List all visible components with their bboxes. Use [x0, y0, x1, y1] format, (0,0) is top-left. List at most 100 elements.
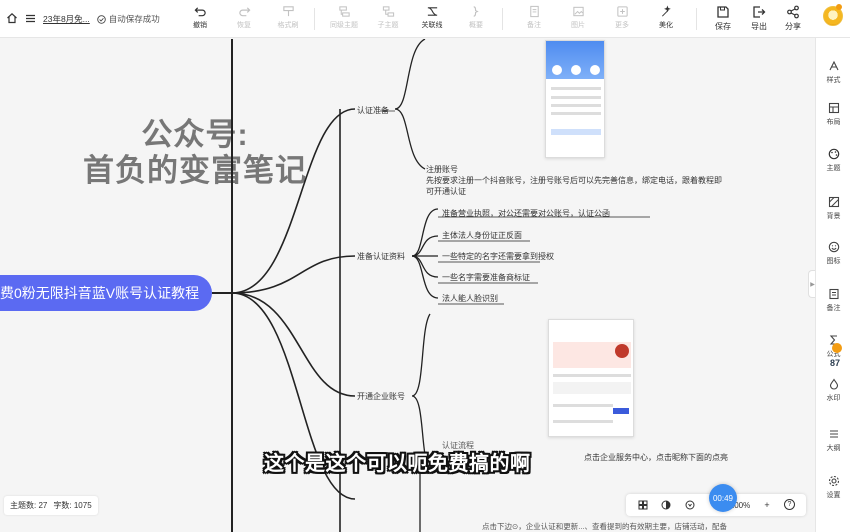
thumb-line [551, 104, 601, 107]
paint-brush-icon [282, 6, 294, 17]
image-icon [572, 6, 584, 17]
panel-theme[interactable]: 主题 [816, 148, 850, 173]
image-button[interactable]: 图片 [560, 3, 596, 35]
save-label: 保存 [715, 22, 731, 31]
screenshot-thumbnail-2[interactable] [548, 319, 634, 437]
material-item-3[interactable]: 一些特定的名字还需要拿到授权 [442, 251, 554, 262]
toolbar-divider [696, 8, 697, 30]
branch-prep-materials[interactable]: 准备认证资料 [357, 251, 405, 262]
panel-theme-label: 主题 [826, 165, 841, 172]
thumb-line [553, 404, 613, 407]
child-topic-label: 子主题 [377, 22, 399, 29]
gear-icon [828, 475, 839, 487]
palette-icon [828, 148, 839, 160]
root-topic[interactable]: 费0粉无限抖音蓝V账号认证教程 [0, 275, 212, 311]
panel-style[interactable]: 样式 [816, 60, 850, 85]
panel-watermark[interactable]: 水印 [816, 378, 850, 403]
formula-badge-value: 87 [830, 358, 841, 368]
notification-dot [836, 4, 842, 10]
panel-remark-label: 备注 [826, 305, 841, 312]
share-button[interactable]: 分享 [775, 3, 811, 35]
smiley-icon [828, 241, 839, 253]
panel-remark[interactable]: 备注 [816, 288, 850, 313]
image-label: 图片 [571, 22, 585, 29]
top-toolbar: 23年8月免... 自动保存成功 撤销 恢复 格式刷 同级主题 子主题 关联线 … [0, 0, 850, 38]
target-icon [685, 500, 695, 510]
child-topic-icon [382, 6, 394, 17]
child-topic-button[interactable]: 子主题 [370, 3, 406, 35]
check-circle-icon [97, 14, 106, 24]
relation-line-button[interactable]: 关联线 [414, 3, 450, 35]
sibling-topic-button[interactable]: 同级主题 [326, 3, 362, 35]
zoom-in-button[interactable]: + [760, 498, 774, 512]
panel-outline[interactable]: 大纲 [816, 428, 850, 453]
magic-wand-icon [661, 5, 671, 17]
home-icon[interactable] [6, 12, 18, 26]
material-item-2[interactable]: 主体法人身份证正反面 [442, 230, 522, 241]
word-count: 字数: 1075 [53, 500, 91, 511]
material-item-4[interactable]: 一些名字需要准备商标证 [442, 272, 530, 283]
beautify-button[interactable]: 美化 [648, 3, 684, 35]
register-note-body: 先按要求注册一个抖音账号，注册号账号后可以先完善信息，绑定电话，跟着教程即可开通… [426, 176, 722, 196]
panel-settings[interactable]: 设置 [816, 475, 850, 500]
branch-open-enterprise[interactable]: 开通企业账号 [357, 391, 405, 402]
list-icon [829, 430, 838, 438]
word-count-label: 字数: [53, 501, 72, 510]
share-icon [787, 5, 799, 19]
mindmap-canvas[interactable]: 公众号: 首负的变富笔记 费0粉无限抖音蓝V账号认证教程 认证准备 准备认证资料… [0, 39, 815, 532]
more-button[interactable]: 更多 [604, 3, 640, 35]
thumb-line [553, 374, 631, 377]
menu-icon[interactable] [25, 13, 36, 26]
more-label: 更多 [615, 22, 629, 29]
note-icon [529, 5, 539, 18]
locate-button[interactable] [683, 498, 697, 512]
word-count-value: 1075 [73, 501, 92, 510]
undo-button[interactable]: 撤销 [182, 3, 218, 35]
save-icon [717, 6, 729, 18]
format-painter-button[interactable]: 格式刷 [270, 3, 306, 35]
enterprise-note[interactable]: 点击企业服务中心，点击昵称下面的点亮 [584, 452, 728, 463]
recording-timer[interactable]: 00:49 [709, 484, 737, 512]
plus-square-icon [616, 6, 628, 17]
thumb-circle-icon [552, 65, 562, 75]
material-item-5[interactable]: 法人能人脸识别 [442, 293, 498, 304]
share-label: 分享 [785, 22, 801, 31]
redo-button[interactable]: 恢复 [226, 3, 262, 35]
half-circle-icon [661, 500, 671, 510]
material-item-1[interactable]: 准备营业执照，对公还需要对公账号，认证公函 [442, 208, 610, 219]
redo-icon [238, 7, 250, 17]
panel-background[interactable]: 背景 [816, 196, 850, 221]
toolbar-divider [314, 8, 315, 30]
export-button[interactable]: 导出 [741, 3, 777, 35]
panel-outline-label: 大纲 [826, 445, 841, 452]
save-status-text: 自动保存成功 [108, 14, 160, 24]
panel-layout-label: 布局 [826, 119, 841, 126]
screenshot-thumbnail-1[interactable] [545, 40, 605, 158]
thumb-button [551, 129, 601, 135]
sibling-topic-icon [338, 6, 350, 17]
branch-auth-prep[interactable]: 认证准备 [357, 105, 389, 116]
sibling-topic-label: 同级主题 [330, 22, 358, 29]
thumb-avatar [615, 344, 629, 358]
grid-view-button[interactable] [636, 498, 650, 512]
document-title[interactable]: 23年8月免... [43, 13, 90, 25]
register-note[interactable]: 注册账号 先按要求注册一个抖音账号，注册号账号后可以先完善信息，绑定电话，跟着教… [426, 164, 726, 197]
save-button[interactable]: 保存 [705, 3, 741, 35]
bottom-note[interactable]: 点击下边⊙，企业认证和更新...、查看提到的有效期主要，店铺活动，配备 [482, 521, 727, 532]
thumb-line [551, 112, 601, 115]
theme-toggle-button[interactable] [659, 498, 673, 512]
panel-background-label: 背景 [826, 213, 841, 220]
remark-icon [828, 288, 839, 300]
topic-count-value: 27 [38, 501, 48, 510]
note-button[interactable]: 备注 [516, 3, 552, 35]
summary-label: 概要 [469, 22, 483, 29]
save-status: 自动保存成功 [97, 13, 160, 25]
relation-line-icon [427, 7, 437, 16]
export-icon [753, 6, 766, 18]
help-button[interactable]: ? [784, 499, 795, 510]
panel-layout[interactable]: 布局 [816, 102, 850, 127]
topic-count-label: 主题数: [10, 501, 37, 510]
summary-button[interactable]: 概要 [458, 3, 494, 35]
panel-icon[interactable]: 图标 [816, 241, 850, 266]
mindmap-app: 23年8月免... 自动保存成功 撤销 恢复 格式刷 同级主题 子主题 关联线 … [0, 0, 850, 532]
